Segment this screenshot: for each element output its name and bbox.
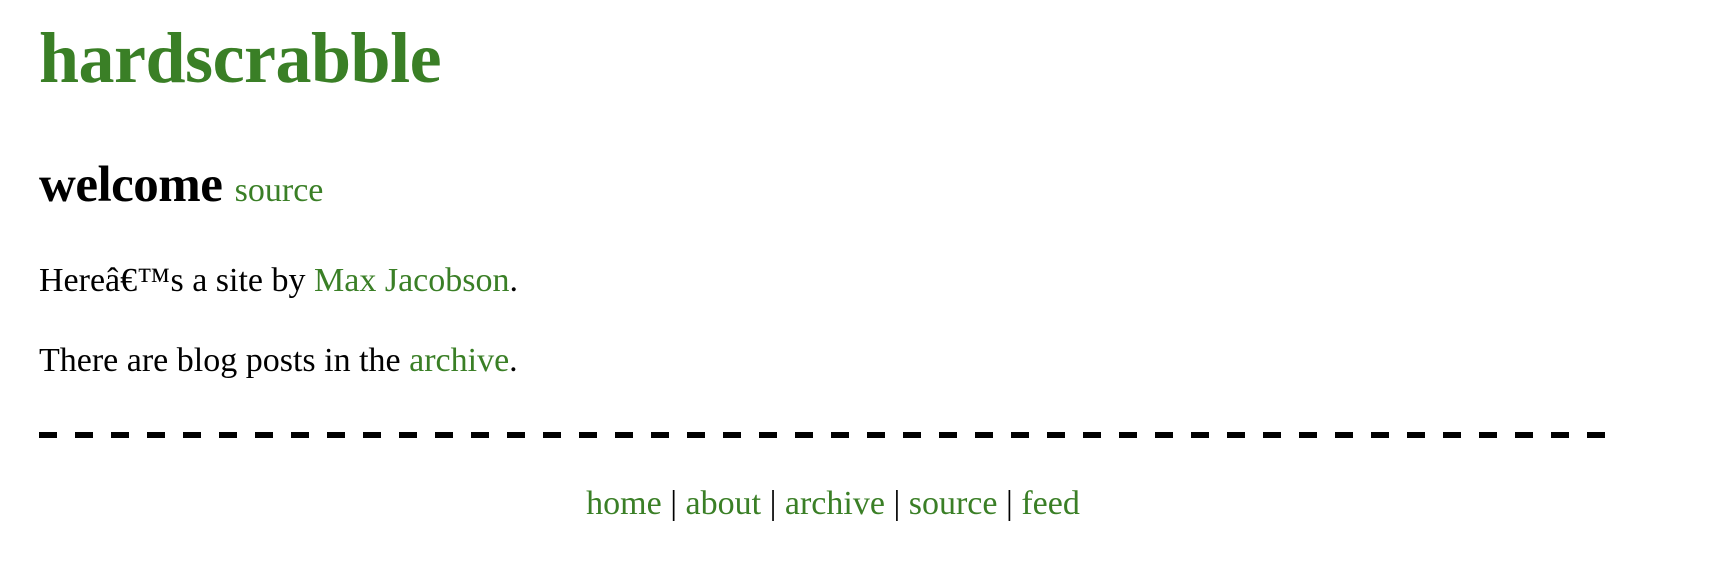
post-heading: welcome source <box>39 160 323 211</box>
intro-paragraph: Hereâ€™s a site by Max Jacobson. <box>39 264 518 298</box>
archive-paragraph: There are blog posts in the archive. <box>39 344 518 378</box>
archive-link[interactable]: archive <box>409 342 509 379</box>
footer-nav: home | about | archive | source | feed <box>0 487 1666 521</box>
footer-link-source[interactable]: source <box>909 485 998 522</box>
footer-link-home[interactable]: home <box>586 485 662 522</box>
footer-separator: | <box>893 485 901 522</box>
author-link[interactable]: Max Jacobson <box>314 262 509 299</box>
footer-separator: | <box>1006 485 1013 522</box>
archive-text-after: . <box>509 342 518 379</box>
post-heading-text: welcome <box>39 157 223 213</box>
footer-separator: | <box>670 485 678 522</box>
intro-text-before: Hereâ€™s a site by <box>39 262 315 299</box>
site-title-link[interactable]: hardscrabble <box>39 18 442 98</box>
footer-link-archive[interactable]: archive <box>785 485 885 522</box>
archive-text-before: There are blog posts in the <box>39 342 410 379</box>
page: hardscrabble welcome source Hereâ€™s a s… <box>0 0 1722 572</box>
site-title[interactable]: hardscrabble <box>39 22 442 94</box>
intro-text-after: . <box>509 262 518 299</box>
footer-separator: | <box>769 485 777 522</box>
dashed-divider <box>39 432 1617 438</box>
post-source-link[interactable]: source <box>235 172 324 209</box>
footer-link-feed[interactable]: feed <box>1021 485 1080 522</box>
footer-link-about[interactable]: about <box>686 485 762 522</box>
